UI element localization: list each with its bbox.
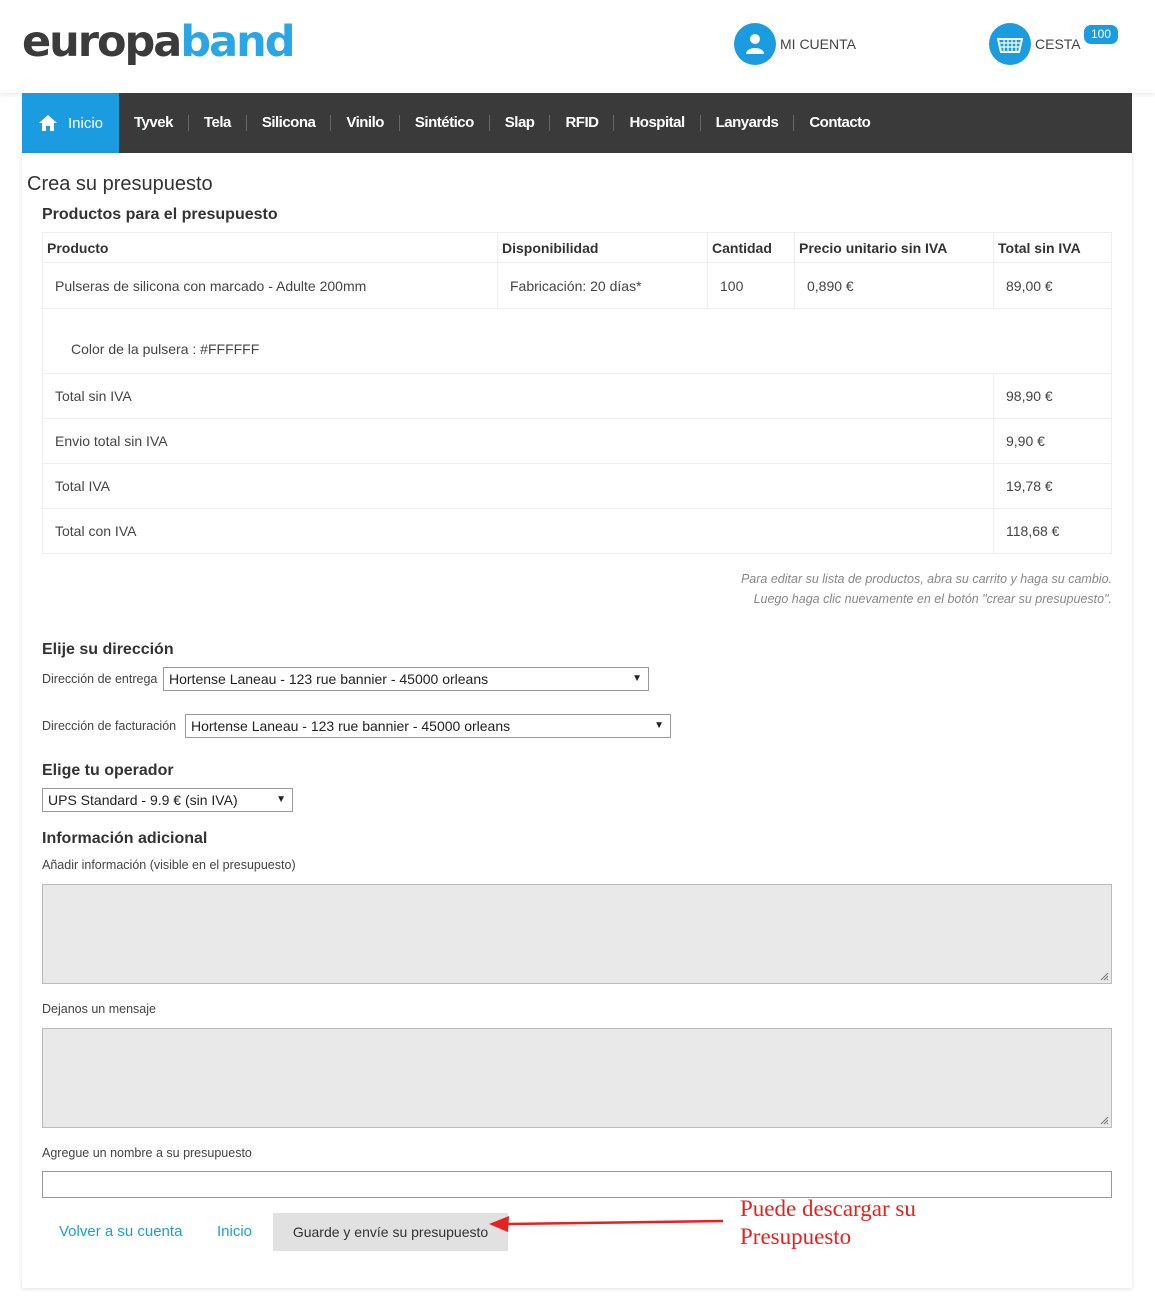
resize-grip-icon[interactable] <box>1100 972 1109 981</box>
column-header: Producto <box>42 232 498 263</box>
message-textarea[interactable] <box>42 1028 1112 1128</box>
total-label: Total sin IVA <box>42 373 994 419</box>
dropdown-arrow-icon: ▼ <box>276 794 286 805</box>
quote-name-input[interactable] <box>42 1171 1112 1198</box>
total-row: Envio total sin IVA 9,90 € <box>42 418 1112 464</box>
nav-item-lanyards[interactable]: Lanyards <box>701 115 795 131</box>
total-value: 118,68 € <box>993 508 1112 554</box>
column-header: Total sin IVA <box>993 232 1112 263</box>
nav-item-slap[interactable]: Slap <box>490 115 551 131</box>
delivery-address-label: Dirección de entrega <box>42 672 158 686</box>
product-name: Pulseras de silicona con marcado - Adult… <box>42 262 498 309</box>
products-title: Productos para el presupuesto <box>42 206 278 223</box>
total-value: 98,90 € <box>993 373 1112 419</box>
table-header-row: Producto Disponibilidad Cantidad Precio … <box>42 232 1112 263</box>
nav-item-tyvek[interactable]: Tyvek <box>119 115 189 131</box>
unit-price: 0,890 € <box>794 262 994 309</box>
main-nav: Inicio Tyvek Tela Silicona Vinilo Sintét… <box>22 93 1132 153</box>
logo[interactable]: europaband <box>22 14 296 70</box>
back-to-account-link[interactable]: Volver a su cuenta <box>59 1223 182 1240</box>
edit-note-line: Luego haga clic nuevamente en el botón "… <box>753 592 1112 606</box>
table-row: Pulseras de silicona con marcado - Adult… <box>42 262 1112 309</box>
carrier-value: UPS Standard - 9.9 € (sin IVA) <box>48 792 238 808</box>
quantity: 100 <box>707 262 795 309</box>
nav-item-vinilo[interactable]: Vinilo <box>331 115 400 131</box>
total-row: Total IVA 19,78 € <box>42 463 1112 509</box>
total-label: Total con IVA <box>42 508 994 554</box>
account-label: MI CUENTA <box>780 36 856 52</box>
nav-home[interactable]: Inicio <box>22 93 119 153</box>
cart-count-badge: 100 <box>1082 23 1121 46</box>
line-total: 89,00 € <box>993 262 1112 309</box>
info-label: Añadir información (visible en el presup… <box>42 858 296 872</box>
nav-item-rfid[interactable]: RFID <box>550 115 615 131</box>
annotation-arrow-icon <box>489 1216 724 1232</box>
total-row: Total con IVA 118,68 € <box>42 508 1112 554</box>
message-label: Dejanos un mensaje <box>42 1002 156 1016</box>
nav-item-sintetico[interactable]: Sintético <box>400 115 490 131</box>
annotation-line: Presupuesto <box>740 1224 852 1249</box>
carrier-title: Elige tu operador <box>42 762 174 779</box>
product-option: Color de la pulsera : #FFFFFF <box>42 308 1112 374</box>
billing-address-label: Dirección de facturación <box>42 719 177 733</box>
nav-item-silicona[interactable]: Silicona <box>247 115 332 131</box>
address-title: Elije su dirección <box>42 641 174 658</box>
edit-note: Para editar su lista de productos, abra … <box>741 569 1112 609</box>
total-label: Total IVA <box>42 463 994 509</box>
site-header: europaband MI CUENTA CESTA 100 <box>0 0 1155 93</box>
info-textarea[interactable] <box>42 884 1112 984</box>
save-and-send-button[interactable]: Guarde y envíe su presupuesto <box>273 1213 508 1251</box>
column-header: Precio unitario sin IVA <box>794 232 994 263</box>
quote-name-label: Agregue un nombre a su presupuesto <box>42 1146 252 1160</box>
product-option-row: Color de la pulsera : #FFFFFF <box>42 308 1112 374</box>
nav-item-hospital[interactable]: Hospital <box>614 115 701 131</box>
quote-table: Producto Disponibilidad Cantidad Precio … <box>42 232 1112 554</box>
dropdown-arrow-icon: ▼ <box>632 673 642 684</box>
edit-note-line: Para editar su lista de productos, abra … <box>740 572 1112 586</box>
billing-address-value: Hortense Laneau - 123 rue bannier - 4500… <box>191 718 511 734</box>
annotation-text: Puede descargar su Presupuesto <box>740 1195 916 1251</box>
annotation-line: Puede descargar su <box>740 1196 916 1221</box>
delivery-address-select[interactable]: Hortense Laneau - 123 rue bannier - 4500… <box>163 667 649 691</box>
home-icon <box>38 115 57 131</box>
cart-label: CESTA <box>1035 36 1081 52</box>
total-label: Envio total sin IVA <box>42 418 994 464</box>
column-header: Disponibilidad <box>497 232 708 263</box>
nav-item-contacto[interactable]: Contacto <box>794 115 885 131</box>
total-row: Total sin IVA 98,90 € <box>42 373 1112 419</box>
availability: Fabricación: 20 días* <box>497 262 708 309</box>
user-icon <box>734 23 776 65</box>
delivery-address-value: Hortense Laneau - 123 rue bannier - 4500… <box>169 671 489 687</box>
extra-info-title: Información adicional <box>42 830 208 847</box>
basket-icon <box>989 23 1031 65</box>
dropdown-arrow-icon: ▼ <box>654 720 664 731</box>
nav-item-tela[interactable]: Tela <box>189 115 247 131</box>
total-value: 19,78 € <box>993 463 1112 509</box>
cart-link[interactable]: CESTA <box>989 22 1081 66</box>
carrier-select[interactable]: UPS Standard - 9.9 € (sin IVA) ▼ <box>42 788 293 812</box>
billing-address-select[interactable]: Hortense Laneau - 123 rue bannier - 4500… <box>185 714 671 738</box>
nav-home-label: Inicio <box>67 114 104 132</box>
page-title: Crea su presupuesto <box>27 173 213 195</box>
total-value: 9,90 € <box>993 418 1112 464</box>
account-link[interactable]: MI CUENTA <box>734 22 856 66</box>
resize-grip-icon[interactable] <box>1100 1116 1109 1125</box>
column-header: Cantidad <box>707 232 795 263</box>
home-link[interactable]: Inicio <box>217 1223 252 1240</box>
